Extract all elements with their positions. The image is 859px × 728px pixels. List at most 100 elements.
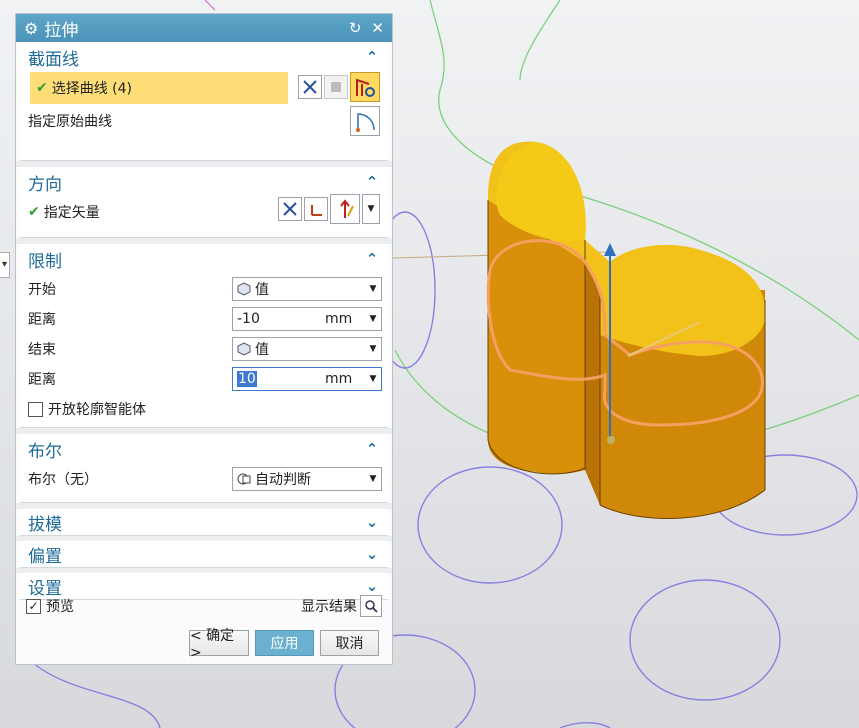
end-type-select[interactable]: 值 ▼ <box>232 337 382 361</box>
magenta-line <box>204 0 216 11</box>
checkmark-icon: ✔ <box>28 204 40 220</box>
select-curve-row[interactable]: ✔ 选择曲线 (4) <box>30 72 288 104</box>
open-profile-label: 开放轮廓智能体 <box>48 402 146 418</box>
axis-icon <box>311 205 322 216</box>
boolean-label: 布尔（无） <box>28 472 98 488</box>
section-curve-group: 截面线 ⌃ ✔ 选择曲线 (4) 指定原始曲线 <box>20 42 388 161</box>
ok-button[interactable]: < 确定 > <box>189 628 249 661</box>
chevron-down-icon: ▼ <box>367 204 375 214</box>
end-distance-row: 距离 10 mm ▼ <box>20 364 388 394</box>
ellipse-partial-bottom <box>559 722 611 728</box>
start-type-select[interactable]: 值 ▼ <box>232 277 382 301</box>
dialog-title: 拉伸 <box>44 20 79 41</box>
curve-filter-icon <box>356 78 375 97</box>
preview-checkbox[interactable]: ✓ <box>26 598 41 614</box>
dialog-titlebar[interactable]: ⚙ 拉伸 ↻ ✕ <box>16 14 392 42</box>
arc-icon <box>356 113 375 132</box>
end-row: 结束 值 ▼ <box>20 334 388 364</box>
start-distance-row: 距离 -10 mm ▼ <box>20 304 388 334</box>
section-title: 限制 <box>28 251 62 272</box>
chevron-up-icon[interactable]: ⌃ <box>364 49 380 65</box>
cross-arrows-icon <box>303 80 317 94</box>
curve-rule-button[interactable] <box>298 75 322 99</box>
boolean-auto-icon <box>237 473 251 485</box>
offset-header[interactable]: 偏置 ⌄ <box>20 541 388 567</box>
extrude-dialog: ⚙ 拉伸 ↻ ✕ 截面线 ⌃ ✔ 选择曲线 (4) 指定原始曲线 方向 ⌃ ✔ … <box>15 13 393 665</box>
limits-header[interactable]: 限制 ⌃ <box>20 244 388 274</box>
curve-tools <box>298 72 380 102</box>
guide-curve-top <box>519 0 561 81</box>
cancel-button[interactable]: 取消 <box>320 630 379 656</box>
boolean-header[interactable]: 布尔 ⌃ <box>20 434 388 464</box>
chevron-down-icon[interactable]: ⌄ <box>364 514 380 530</box>
original-curve-row: 指定原始曲线 <box>20 106 388 136</box>
chevron-up-icon[interactable]: ⌃ <box>364 174 380 190</box>
chevron-down-icon[interactable]: ▼ <box>365 374 381 384</box>
curve-filter-button[interactable] <box>350 72 380 102</box>
select-curve-label: 选择曲线 (4) <box>51 81 133 97</box>
magnifier-icon <box>365 600 378 613</box>
reverse-direction-button[interactable] <box>278 197 302 221</box>
section-title: 布尔 <box>28 441 62 462</box>
section-title: 偏置 <box>28 546 62 567</box>
partial-dropdown-arrow[interactable]: ▾ <box>0 252 10 278</box>
draft-header[interactable]: 拔模 ⌄ <box>20 509 388 535</box>
vector-type-button[interactable] <box>330 194 360 224</box>
vector-dropdown-button[interactable]: ▼ <box>362 194 380 224</box>
cross-arrows-icon <box>283 202 297 216</box>
chevron-up-icon[interactable]: ⌃ <box>364 441 380 457</box>
unit-label: mm <box>325 371 353 387</box>
chevron-down-icon: ▼ <box>369 284 377 294</box>
chevron-down-icon: ▼ <box>369 474 377 484</box>
vector-icon <box>340 199 354 218</box>
preview-label: 预览 <box>46 599 74 615</box>
limits-group: 限制 ⌃ 开始 值 ▼ 距离 -10 mm ▼ 结束 值 ▼ 距离 10 mm … <box>20 244 388 428</box>
end-distance-value[interactable]: 10 <box>237 371 257 387</box>
start-label: 开始 <box>28 282 56 298</box>
chevron-down-icon[interactable]: ▼ <box>365 314 381 324</box>
ellipse-bottom-right <box>629 579 781 701</box>
preview-row: ✓ 预览 显示结果 <box>20 593 388 619</box>
boolean-row: 布尔（无） 自动判断 ▼ <box>20 464 388 494</box>
end-distance-label: 距离 <box>28 372 56 388</box>
boolean-group: 布尔 ⌃ 布尔（无） 自动判断 ▼ <box>20 434 388 503</box>
section-title: 拔模 <box>28 514 62 535</box>
show-result-button[interactable] <box>360 595 382 617</box>
section-curve-header[interactable]: 截面线 ⌃ <box>20 42 388 72</box>
unit-label: mm <box>325 311 353 327</box>
gear-icon[interactable]: ⚙ <box>24 19 38 38</box>
checkmark-icon: ✔ <box>36 80 48 96</box>
close-icon[interactable]: ✕ <box>371 19 384 37</box>
end-label: 结束 <box>28 342 56 358</box>
start-distance-label: 距离 <box>28 312 56 328</box>
show-result-label: 显示结果 <box>301 599 357 615</box>
original-curve-label: 指定原始曲线 <box>28 114 112 130</box>
chevron-down-icon[interactable]: ⌄ <box>364 546 380 562</box>
original-curve-button[interactable] <box>350 106 380 136</box>
cube-icon <box>237 282 251 296</box>
vector-row: ✔ 指定矢量 ▼ <box>20 194 388 227</box>
cube-icon <box>237 342 251 356</box>
chevron-down-icon[interactable]: ⌄ <box>364 578 380 594</box>
chevron-down-icon: ▼ <box>369 344 377 354</box>
sketch-section-button[interactable] <box>324 75 348 99</box>
chevron-up-icon[interactable]: ⌃ <box>364 251 380 267</box>
apply-button[interactable]: 应用 <box>255 630 314 656</box>
reset-icon[interactable]: ↻ <box>349 19 362 37</box>
section-title: 截面线 <box>28 49 79 70</box>
boolean-select[interactable]: 自动判断 ▼ <box>232 467 382 491</box>
draft-group[interactable]: 拔模 ⌄ <box>20 509 388 536</box>
vector-label: 指定矢量 <box>43 205 100 221</box>
vector-dialog-button[interactable] <box>304 197 328 221</box>
direction-group: 方向 ⌃ ✔ 指定矢量 ▼ <box>20 167 388 238</box>
vector-tools: ▼ <box>278 194 380 224</box>
open-profile-checkbox[interactable] <box>28 401 43 417</box>
end-distance-input[interactable]: 10 mm ▼ <box>232 367 382 391</box>
extruded-solid <box>486 141 766 520</box>
section-title: 方向 <box>28 174 62 195</box>
start-distance-input[interactable]: -10 mm ▼ <box>232 307 382 331</box>
direction-header[interactable]: 方向 ⌃ <box>20 167 388 197</box>
start-row: 开始 值 ▼ <box>20 274 388 304</box>
offset-group[interactable]: 偏置 ⌄ <box>20 541 388 568</box>
sketch-icon <box>331 82 341 92</box>
